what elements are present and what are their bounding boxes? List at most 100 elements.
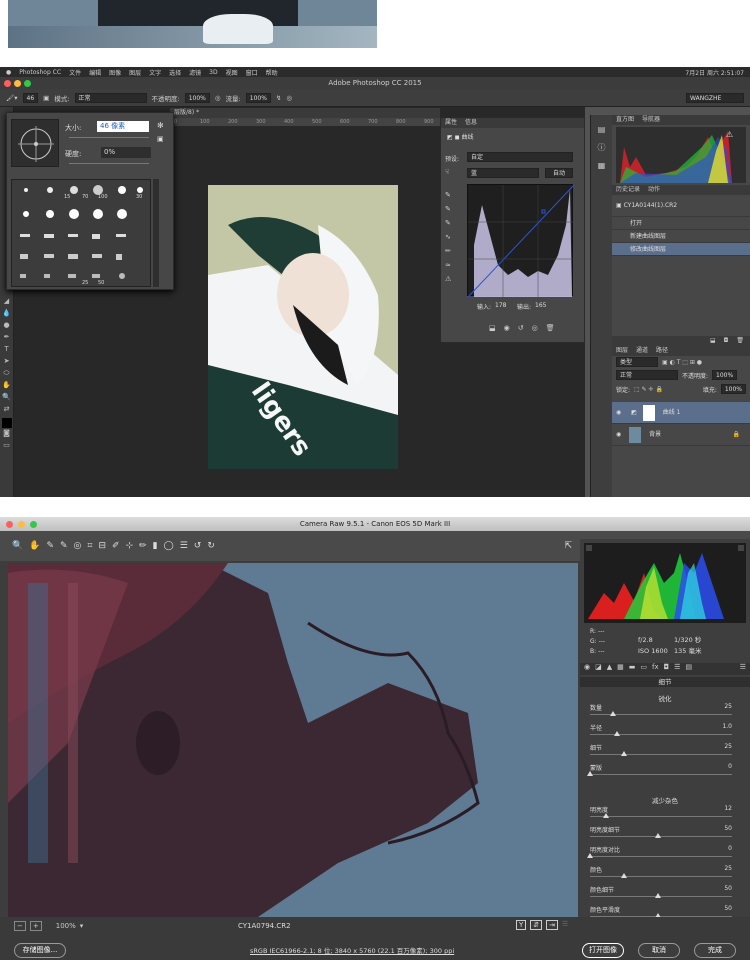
zoom-in-icon[interactable]: + [29, 921, 42, 931]
eyedropper-gray-icon[interactable]: ✎ [445, 202, 459, 216]
rotate-left-icon[interactable]: ↺ [194, 541, 202, 551]
preview-toggle-icon[interactable]: ☰ [562, 920, 568, 930]
menu-item[interactable]: Photoshop CC [19, 69, 61, 76]
visibility-eye-icon[interactable]: ◉ [616, 409, 621, 416]
shape-tool-icon[interactable]: ⬭ [0, 369, 13, 381]
target-adjust-icon[interactable]: ☟ [445, 168, 449, 176]
menu-item[interactable]: 文件 [69, 68, 81, 77]
slider-track[interactable] [590, 816, 732, 817]
clip-to-layer-icon[interactable]: ⬓ [489, 324, 496, 332]
snapshots-tab-icon[interactable]: ▤ [685, 663, 692, 675]
curve-edit-icon[interactable]: ∿ [445, 230, 459, 244]
slider-thumb[interactable] [655, 833, 661, 838]
slider-track[interactable] [590, 836, 732, 837]
minimize-button[interactable] [14, 80, 21, 87]
hardness-slider[interactable] [69, 163, 149, 164]
save-image-button[interactable]: 存储图像... [14, 943, 66, 958]
zoom-button[interactable] [24, 80, 31, 87]
size-input[interactable]: 46 像素 [97, 121, 149, 132]
target-adjust-tool-icon[interactable]: ◎ [74, 541, 82, 551]
close-button[interactable] [4, 80, 11, 87]
quick-mask-icon[interactable]: ◙ [0, 429, 13, 441]
blend-mode-select[interactable]: 正常 [616, 370, 678, 380]
menu-item[interactable]: 帮助 [266, 68, 278, 77]
swap-settings-icon[interactable]: ⇵ [530, 920, 543, 930]
input-value[interactable]: 178 [495, 302, 506, 309]
new-preset-icon[interactable]: ▣ [157, 135, 164, 143]
hand-tool-icon[interactable]: ✋ [0, 381, 13, 393]
preferences-icon[interactable]: ☰ [180, 541, 188, 551]
tab-histogram[interactable]: 直方图 [616, 115, 634, 125]
curve-graph[interactable] [467, 184, 575, 298]
snapshot-camera-icon[interactable]: ◘ [724, 336, 729, 346]
foreground-color-swatch[interactable] [2, 418, 12, 428]
zoom-tool-icon[interactable]: 🔍 [0, 393, 13, 405]
slider-thumb[interactable] [603, 813, 610, 818]
layer-row[interactable]: ◉ 背景 🔒 [612, 424, 750, 446]
settings-gear-icon[interactable]: ✻ [157, 121, 164, 130]
tab-info[interactable]: 信息 [465, 118, 477, 128]
menu-item[interactable]: 窗口 [246, 68, 258, 77]
size-slider[interactable] [69, 137, 149, 138]
zoom-tool-icon[interactable]: 🔍 [12, 541, 23, 551]
hardness-input[interactable]: 0% [101, 147, 151, 158]
zoom-out-icon[interactable]: − [14, 921, 26, 931]
swap-colors-icon[interactable]: ⇄ [0, 405, 13, 417]
before-after-icon[interactable]: Y [516, 920, 527, 930]
path-select-tool-icon[interactable]: ➤ [0, 357, 13, 369]
slider-value[interactable]: 0 [728, 763, 732, 770]
layer-mask-thumbnail[interactable] [642, 404, 655, 421]
spot-removal-tool-icon[interactable]: ✐ [112, 541, 120, 551]
crop-tool-icon[interactable]: ⌗ [87, 541, 92, 551]
clipping-warning-icon[interactable]: ⚠ [445, 272, 459, 286]
mode-select[interactable]: 正常 [74, 92, 147, 103]
menu-item[interactable]: 文字 [149, 68, 161, 77]
tab-history[interactable]: 历史记录 [616, 185, 640, 195]
brush-panel-icon[interactable]: ▦ [591, 157, 612, 175]
hand-tool-icon[interactable]: ✋ [29, 541, 40, 551]
open-image-button[interactable]: 打开图像 [582, 943, 624, 958]
flow-field[interactable]: 100% [245, 92, 271, 103]
slider-value[interactable]: 25 [724, 743, 732, 750]
white-balance-tool-icon[interactable]: ✎ [46, 541, 54, 551]
color-sampler-tool-icon[interactable]: ✎ [60, 541, 68, 551]
slider-track[interactable] [590, 734, 732, 735]
visibility-eye-icon[interactable]: ◉ [616, 431, 621, 438]
graduated-filter-icon[interactable]: ▮ [153, 541, 158, 551]
visibility-icon[interactable]: ◎ [532, 324, 538, 332]
minimize-button[interactable] [18, 521, 25, 528]
basic-tab-icon[interactable]: ◉ [584, 663, 590, 675]
blur-tool-icon[interactable]: 💧 [0, 309, 13, 321]
slider-value[interactable]: 12 [724, 805, 732, 812]
preset-scrollbar[interactable] [153, 179, 159, 287]
workspace-select[interactable]: WANGZHE [686, 92, 744, 103]
slider-thumb[interactable] [614, 731, 621, 736]
slider-track[interactable] [590, 774, 732, 775]
layer-name[interactable]: 背景 [649, 431, 661, 438]
menu-item[interactable]: 滤镜 [189, 68, 201, 77]
pressure-opacity-icon[interactable]: ◎ [215, 94, 221, 102]
slider-value[interactable]: 50 [724, 825, 732, 832]
slider-thumb[interactable] [587, 853, 593, 858]
slider-value[interactable]: 25 [724, 865, 732, 872]
eyedropper-black-icon[interactable]: ✎ [445, 188, 459, 202]
fullscreen-icon[interactable]: ⇱ [564, 541, 572, 551]
tab-layers[interactable]: 图层 [616, 346, 628, 356]
view-previous-icon[interactable]: ◉ [504, 324, 510, 332]
detail-tab-icon[interactable]: ▲ [607, 663, 612, 675]
effects-tab-icon[interactable]: fx [652, 663, 659, 675]
brush-size-preview[interactable]: 46 [22, 92, 39, 103]
tab-properties[interactable]: 属性 [445, 118, 457, 128]
pressure-size-icon[interactable]: ◎ [286, 94, 292, 102]
slider-track[interactable] [590, 876, 732, 877]
brush-angle-preview[interactable] [11, 119, 59, 167]
slider-value[interactable]: 25 [724, 703, 732, 710]
tab-actions[interactable]: 动作 [648, 185, 660, 195]
delete-icon[interactable]: 🗑 [546, 324, 555, 332]
filter-icons[interactable]: ▣ ◐ T ⬚ ⊞ ● [662, 359, 702, 366]
menu-item[interactable]: 视图 [226, 68, 238, 77]
channel-select[interactable]: 蓝 [467, 168, 539, 178]
history-item-selected[interactable]: 修改曲线图层 [612, 243, 750, 256]
layer-filter-select[interactable]: 类型 [616, 357, 658, 367]
lens-tab-icon[interactable]: ▭ [640, 663, 647, 675]
